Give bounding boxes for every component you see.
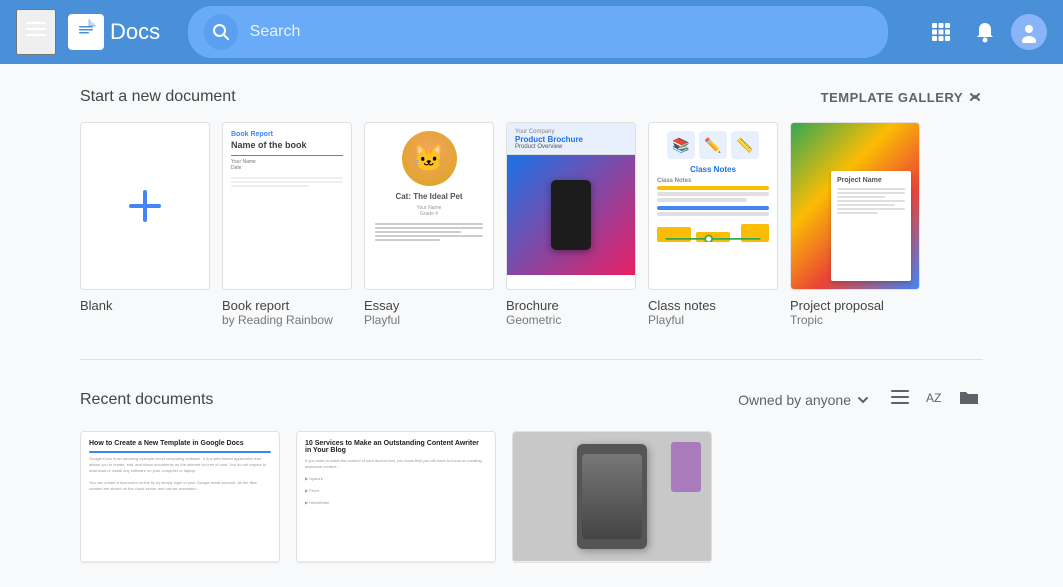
essay-template-sub: Playful bbox=[364, 313, 494, 327]
brochure-template-sub: Geometric bbox=[506, 313, 636, 327]
owned-by-label: Owned by anyone bbox=[738, 392, 851, 408]
folder-icon bbox=[959, 388, 979, 406]
book-report-title-text: Name of the book bbox=[231, 140, 343, 151]
owned-by-dropdown[interactable]: Owned by anyone bbox=[738, 392, 871, 408]
app-header: Docs bbox=[0, 0, 1063, 64]
header-actions bbox=[923, 13, 1047, 51]
doc-2-thumbnail: 10 Services to Make an Outstanding Conte… bbox=[297, 432, 495, 562]
menu-button[interactable] bbox=[16, 9, 56, 55]
recent-doc-2[interactable]: 10 Services to Make an Outstanding Conte… bbox=[296, 431, 496, 563]
apps-button[interactable] bbox=[923, 14, 959, 50]
template-class-notes[interactable]: 📚 ✏️ 📏 Class Notes Class Notes bbox=[648, 122, 778, 327]
doc-2-text: If you want to make the content of your … bbox=[305, 458, 487, 506]
sort-button[interactable]: AZ bbox=[921, 384, 947, 415]
dropdown-chevron-icon bbox=[855, 392, 871, 408]
book-report-template-name: Book report bbox=[222, 298, 352, 313]
brochure-thumbnail: Your Company Product Brochure Product Ov… bbox=[506, 122, 636, 290]
pencil-icon: ✏️ bbox=[699, 131, 727, 159]
recent-doc-1[interactable]: How to Create a New Template in Google D… bbox=[80, 431, 280, 563]
blank-thumbnail bbox=[80, 122, 210, 290]
new-doc-section-header: Start a new document TEMPLATE GALLERY bbox=[80, 88, 983, 106]
new-doc-title: Start a new document bbox=[80, 88, 236, 106]
book-report-divider bbox=[231, 155, 343, 156]
class-notes-header-text: Class Notes bbox=[657, 165, 769, 174]
logo-icon bbox=[68, 14, 104, 50]
proposal-name-text: Project Name bbox=[837, 177, 905, 184]
folder-view-button[interactable] bbox=[955, 384, 983, 415]
bell-icon bbox=[975, 21, 995, 43]
plus-icon bbox=[121, 182, 169, 230]
class-notes-template-name: Class notes bbox=[648, 298, 778, 313]
templates-row: Blank Book Report Name of the book Your … bbox=[80, 122, 983, 335]
sort-icon: AZ bbox=[925, 388, 943, 406]
template-essay[interactable]: 🐱 Cat: The Ideal Pet Your NameGrade # Es… bbox=[364, 122, 494, 327]
list-view-button[interactable] bbox=[887, 384, 913, 415]
search-icon-wrap bbox=[204, 14, 238, 50]
recent-docs-section-header: Recent documents Owned by anyone bbox=[80, 384, 983, 415]
main-content: Start a new document TEMPLATE GALLERY Bl… bbox=[0, 64, 1063, 587]
template-gallery-button[interactable]: TEMPLATE GALLERY bbox=[821, 89, 983, 105]
apps-grid-icon bbox=[931, 22, 951, 42]
class-notes-template-sub: Playful bbox=[648, 313, 778, 327]
list-view-icon bbox=[891, 388, 909, 406]
section-divider bbox=[80, 359, 983, 360]
brochure-template-name: Brochure bbox=[506, 298, 636, 313]
search-bar[interactable] bbox=[188, 6, 888, 58]
project-proposal-template-sub: Tropic bbox=[790, 313, 920, 327]
book-report-header-text: Book Report bbox=[231, 131, 343, 138]
app-logo: Docs bbox=[68, 14, 160, 50]
progress-bar-icon bbox=[657, 222, 769, 242]
search-icon bbox=[212, 23, 230, 41]
doc-2-title: 10 Services to Make an Outstanding Conte… bbox=[305, 440, 487, 454]
book-report-thumbnail: Book Report Name of the book Your NameDa… bbox=[222, 122, 352, 290]
essay-thumbnail: 🐱 Cat: The Ideal Pet Your NameGrade # bbox=[364, 122, 494, 290]
template-blank[interactable]: Blank bbox=[80, 122, 210, 327]
recent-docs-row: How to Create a New Template in Google D… bbox=[80, 431, 983, 563]
template-project-proposal[interactable]: Project Name Project proposal Tropic bbox=[790, 122, 920, 327]
book-report-template-sub: by Reading Rainbow bbox=[222, 313, 352, 327]
notifications-button[interactable] bbox=[967, 13, 1003, 51]
essay-template-name: Essay bbox=[364, 298, 494, 313]
view-toggle: AZ bbox=[887, 384, 983, 415]
search-input[interactable] bbox=[250, 23, 872, 41]
expand-icon bbox=[967, 89, 983, 105]
avatar[interactable] bbox=[1011, 14, 1047, 50]
project-proposal-template-name: Project proposal bbox=[790, 298, 920, 313]
recent-doc-3[interactable] bbox=[512, 431, 712, 563]
doc-3-thumbnail bbox=[513, 432, 711, 562]
class-notes-thumbnail: 📚 ✏️ 📏 Class Notes Class Notes bbox=[648, 122, 778, 290]
ruler-icon: 📏 bbox=[731, 131, 759, 159]
essay-lines bbox=[375, 221, 483, 243]
recent-docs-controls: Owned by anyone AZ bbox=[738, 384, 983, 415]
proposal-card: Project Name bbox=[831, 171, 911, 281]
doc-1-text: Google Docs is an amazing example cloud … bbox=[89, 456, 271, 492]
template-brochure[interactable]: Your Company Product Brochure Product Ov… bbox=[506, 122, 636, 327]
project-proposal-thumbnail: Project Name bbox=[790, 122, 920, 290]
template-book-report[interactable]: Book Report Name of the book Your NameDa… bbox=[222, 122, 352, 327]
doc-1-title: How to Create a New Template in Google D… bbox=[89, 440, 271, 447]
book-report-small-text: Your NameDate bbox=[231, 159, 343, 171]
app-name: Docs bbox=[110, 19, 160, 45]
blank-template-name: Blank bbox=[80, 298, 210, 313]
template-gallery-label: TEMPLATE GALLERY bbox=[821, 90, 963, 105]
recent-docs-title: Recent documents bbox=[80, 391, 213, 409]
class-notes-icons: 📚 ✏️ 📏 bbox=[657, 131, 769, 159]
doc-1-thumbnail: How to Create a New Template in Google D… bbox=[81, 432, 279, 562]
svg-text:AZ: AZ bbox=[926, 391, 941, 405]
book-icon: 📚 bbox=[667, 131, 695, 159]
